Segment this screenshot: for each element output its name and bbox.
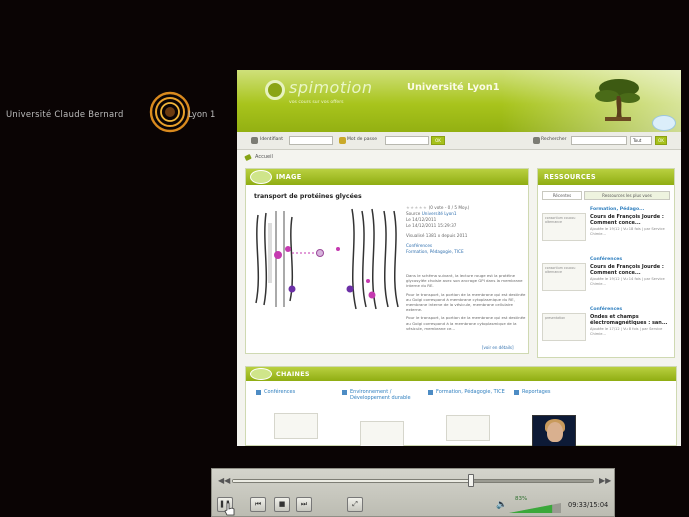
video-thumbnail[interactable] [532,415,576,446]
rating-stars-icon[interactable]: ★★★★★ [406,205,427,210]
tab-recent[interactable]: Récentes [542,191,582,200]
resource-meta: Ajoutée le 19/12 | Vu 18 fois | par Serv… [590,227,665,236]
resource-title[interactable]: Cours de François Jourde : Comment conce… [590,214,674,226]
spimotion-logo-text[interactable]: spimotion [289,78,372,97]
more-details-link[interactable]: [voir en détails] [482,345,514,350]
seek-bar-fill [233,480,471,482]
resource-category[interactable]: Formation, Pédago... [590,207,644,212]
channel-name[interactable]: Reportages [522,389,594,395]
speech-bubble-icon [250,368,272,380]
channel-icon [342,390,347,395]
image-panel-header: IMAGE [246,169,528,185]
channel-name[interactable]: Conférences [264,389,336,395]
time-display: 09:33/15:04 [568,501,609,509]
search-icon [533,137,540,144]
resource-thumbnail[interactable]: consortium coucou alternance [542,263,586,291]
mouse-cursor-icon [224,502,235,516]
resource-meta: Ajoutée le 17/12 | Vu 8 fois | par Servi… [590,327,663,336]
fullscreen-button[interactable]: ⤢ [347,497,363,512]
stop-button[interactable]: ■ [274,497,290,512]
channel-thumbnail[interactable] [274,413,318,439]
site-university-title: Université Lyon1 [407,82,500,93]
resource-title[interactable]: Ondes et champs électromagnétiques : san… [590,314,674,326]
university-name-right: Lyon 1 [188,109,216,119]
resource-title[interactable]: Cours de François Jourde : Comment conce… [590,264,674,276]
resource-item[interactable]: consortium coucou alternance Formation, … [542,207,672,257]
user-icon [251,137,258,144]
tab-most-viewed[interactable]: Ressources les plus vues [584,191,670,200]
channel-formation[interactable]: Formation, Pédagogie, TICE [428,389,508,446]
image-description: Dans le schéma suivant, la lecture rouge… [406,273,526,331]
channel-icon [428,390,433,395]
resource-item[interactable]: presentation Conférences Ondes et champs… [542,307,672,357]
channel-name[interactable]: Environnement / Développement durable [350,389,422,401]
resource-category[interactable]: Conférences [590,257,622,262]
university-branding: Université Claude Bernard Lyon 1 [6,91,231,136]
site-toolbar: Identifiant Mot de passe OK Rechercher T… [237,132,681,150]
bonsai-tree-icon [595,79,640,121]
password-label: Mot de passe [347,137,377,142]
resource-thumbnail[interactable]: presentation [542,313,586,341]
channel-conferences[interactable]: Conférences [256,389,336,446]
channel-environnement[interactable]: Environnement / Développement durable [342,389,422,446]
spimotion-tagline: vos cours sur vos offers [289,100,344,105]
speech-bubble-icon [250,170,272,184]
channels-panel-header: CHAINES [246,367,676,381]
player-controls: ◀◀ ▶▶ ❚❚ ⏮ ■ ⏭ ⤢ 🔈 83% 09:33/15:04 [211,468,615,517]
password-input[interactable] [385,136,429,145]
fast-forward-icon[interactable]: ▶▶ [599,476,611,485]
protein-transport-diagram[interactable] [252,203,402,319]
channel-thumbnail[interactable] [446,415,490,441]
pencil-icon [244,153,252,162]
breadcrumb-home-link[interactable]: Accueil [255,154,273,160]
channel-icon [514,390,519,395]
volume-percent: 83% [515,496,528,502]
search-label: Rechercher [541,137,567,142]
resource-category[interactable]: Conférences [590,307,622,312]
login-input[interactable] [289,136,333,145]
site-banner: spimotion vos cours sur vos offers Unive… [237,70,681,132]
next-button[interactable]: ⏭ [296,497,312,512]
channels-panel-title: CHAINES [276,370,310,378]
spimotion-logo-icon [265,80,285,100]
volume-slider[interactable] [509,503,561,513]
resource-meta: Ajoutée le 19/12 | Vu 14 fois | par Serv… [590,277,665,286]
channel-thumbnail[interactable] [360,421,404,446]
speaker-icon[interactable]: 🔈 [496,500,507,510]
image-metadata: ★★★★★ (0 vote - 0 / 5 Moy.) Source Unive… [406,205,524,255]
resources-panel-title: RESSOURCES [544,173,596,181]
seek-handle[interactable] [467,474,474,487]
resources-panel: RESSOURCES Récentes Ressources les plus … [537,168,675,358]
rewind-icon[interactable]: ◀◀ [218,476,230,485]
resource-item[interactable]: consortium coucou alternance Conférences… [542,257,672,307]
image-panel-title: IMAGE [276,173,302,181]
image-panel: IMAGE transport de protéines glycées ★★★… [245,168,529,354]
resources-panel-header: RESSOURCES [538,169,674,185]
channel-name[interactable]: Formation, Pédagogie, TICE [436,389,508,395]
source-link[interactable]: Université Lyon1 [422,211,457,216]
search-input[interactable] [571,136,627,145]
search-scope-select[interactable]: Tout [630,136,652,145]
university-name-left: Université Claude Bernard [6,109,124,119]
key-icon [339,137,346,144]
category-link-formation[interactable]: Formation, Pédagogie, TICE [406,249,524,255]
resource-thumbnail[interactable]: consortium coucou alternance [542,213,586,241]
image-item-title: transport de protéines glycées [254,193,362,200]
seek-bar[interactable] [232,479,594,483]
university-logo-icon [149,91,191,133]
chat-bubble-icon[interactable] [652,115,676,131]
channel-icon [256,390,261,395]
login-label: Identifiant [260,137,284,142]
search-ok-button[interactable]: OK [655,136,667,145]
channels-panel: CHAINES Conférences Environnement / Déve… [245,366,677,446]
previous-button[interactable]: ⏮ [250,497,266,512]
embedded-webpage: spimotion vos cours sur vos offers Unive… [237,70,681,446]
login-ok-button[interactable]: OK [431,136,445,145]
channel-reportages[interactable]: Reportages [514,389,594,446]
